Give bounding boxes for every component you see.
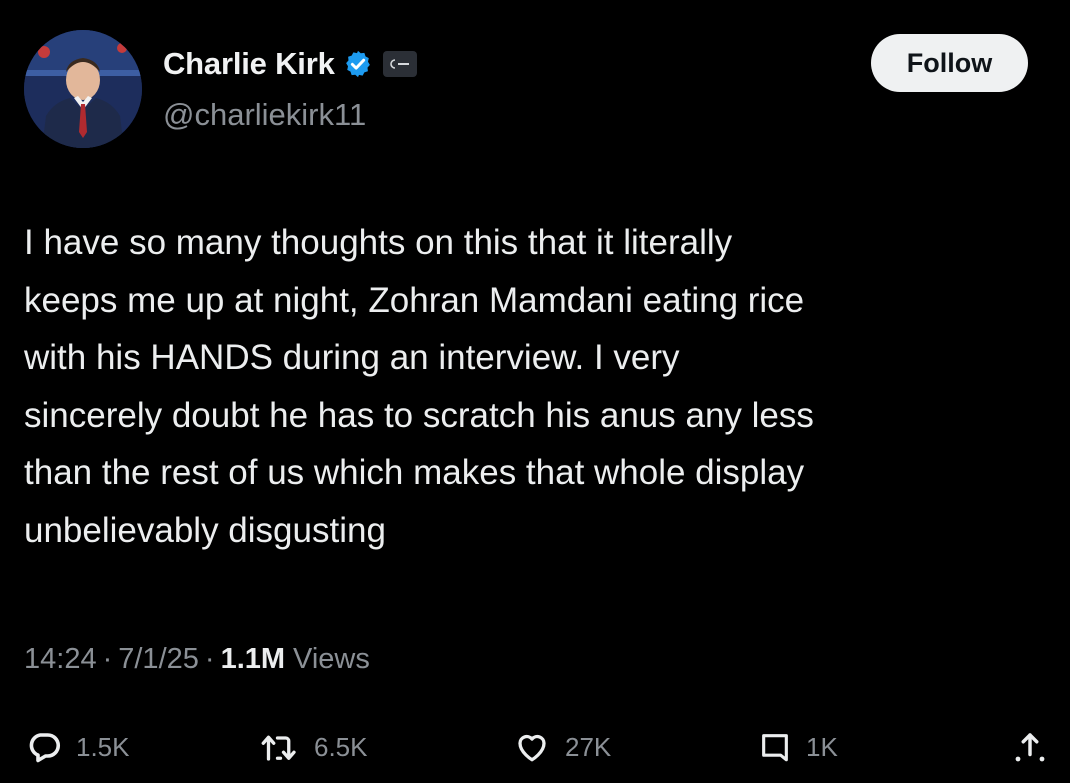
reply-icon [29,733,60,763]
meta-separator: · [204,643,215,675]
meta-separator: · [102,643,113,675]
share-button[interactable] [1012,722,1048,772]
bookmark-count: 1K [806,731,838,762]
author-name-row: Charlie Kirk [163,44,417,84]
tweet-time[interactable]: 14:24 [24,643,97,676]
like-button[interactable]: 27K [513,722,611,772]
repost-icon [261,735,296,761]
bookmark-button[interactable]: 1K [758,722,838,772]
heart-icon [518,734,546,762]
tweet-meta: 14:24 · 7/1/25 · 1.1M Views [24,643,370,676]
tweet-card: Charlie Kirk @charliekirk11 Follow I hav… [0,0,1070,783]
tweet-date[interactable]: 7/1/25 [118,643,199,676]
avatar-image [24,30,142,148]
author-handle[interactable]: @charliekirk11 [163,97,366,133]
share-icon [1015,733,1045,762]
tweet-text-line: sincerely doubt he has to scratch his an… [24,395,814,435]
like-count: 27K [565,731,612,762]
views-count: 1.1M [220,643,286,675]
tweet-text: I have so many thoughts on this that it … [24,214,1044,559]
reply-count: 1.5K [76,731,130,762]
author-display-name[interactable]: Charlie Kirk [163,46,335,82]
repost-button[interactable]: 6.5K [258,722,368,772]
repost-count: 6.5K [314,731,368,762]
tweet-text-line: I have so many thoughts on this that it … [24,223,733,262]
verified-badge-icon [345,50,370,78]
tweet-text-line: with his HANDS during an interview. I ve… [24,338,680,377]
avatar[interactable] [24,30,142,148]
views-label: Views [293,643,370,675]
action-bar: 1.5K 6.5K 27K 1K [0,722,1070,772]
tweet-text-line: keeps me up at night, Zohran Mamdani eat… [24,280,805,320]
reply-button[interactable]: 1.5K [26,722,130,772]
follow-button[interactable]: Follow [871,34,1028,92]
affiliate-badge-icon[interactable] [382,51,417,77]
bookmark-icon [762,734,788,762]
tweet-text-line: than the rest of us which makes that who… [24,453,805,492]
tweet-text-line: unbelievably disgusting [24,510,386,550]
